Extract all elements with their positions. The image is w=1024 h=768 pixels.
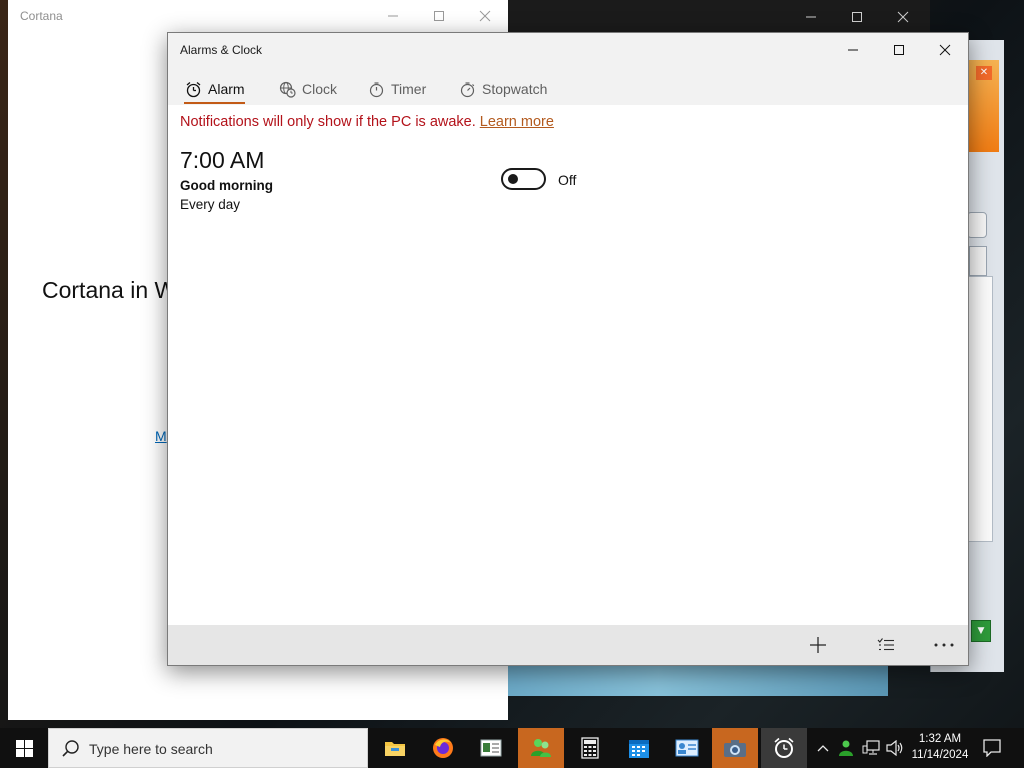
- background-dark-window: [500, 0, 930, 34]
- taskbar-date: 11/14/2024: [911, 749, 969, 761]
- cortana-close-button[interactable]: [462, 0, 508, 32]
- taskbar-file-explorer[interactable]: [372, 728, 418, 768]
- maximize-icon: [894, 45, 904, 55]
- taskbar-camera[interactable]: [712, 728, 758, 768]
- tab-clock-label: Clock: [302, 81, 338, 97]
- calculator-icon: [581, 737, 599, 759]
- camera-icon: [724, 740, 746, 757]
- action-center-button[interactable]: [980, 728, 1004, 768]
- add-alarm-button[interactable]: [796, 625, 840, 665]
- side-window-panel: [967, 276, 993, 542]
- taskbar-time: 1:32 AM: [918, 733, 962, 745]
- alarm-icon: [184, 80, 202, 98]
- tab-bar: Alarm Clock Timer Stopwatch: [168, 67, 968, 105]
- alarm-toggle[interactable]: [501, 168, 546, 190]
- minimize-icon: [848, 49, 858, 51]
- alarms-titlebar[interactable]: Alarms & Clock: [168, 33, 968, 67]
- volume-icon: [886, 740, 903, 756]
- cortana-window-title: Cortana: [20, 9, 63, 23]
- side-window-dropdown-icon[interactable]: ▼: [971, 620, 991, 642]
- background-image-strip: [505, 664, 888, 696]
- taskbar-id-card-app[interactable]: [664, 728, 710, 768]
- cortana-link[interactable]: M: [155, 428, 167, 444]
- network-button[interactable]: [860, 728, 882, 768]
- background-maximize-button[interactable]: [834, 0, 880, 34]
- close-icon: [939, 44, 951, 56]
- tab-timer-label: Timer: [391, 81, 427, 97]
- taskbar-people-app[interactable]: [518, 728, 564, 768]
- command-bar: [168, 625, 968, 665]
- background-minimize-button[interactable]: [788, 0, 834, 34]
- news-app-icon: [480, 739, 502, 757]
- maximize-button[interactable]: [876, 33, 922, 67]
- show-hidden-icons-button[interactable]: [814, 728, 832, 768]
- close-icon: [897, 11, 909, 23]
- taskbar-firefox[interactable]: [420, 728, 466, 768]
- tab-stopwatch-label: Stopwatch: [482, 81, 548, 97]
- tray-people-icon: [839, 740, 853, 756]
- notification-icon: [983, 739, 1001, 757]
- id-card-app-icon: [675, 739, 699, 757]
- background-close-button[interactable]: [880, 0, 926, 34]
- minimize-icon: [388, 15, 398, 17]
- alarm-name: Good morning: [180, 178, 273, 193]
- alarm-time: 7:00 AM: [180, 147, 265, 173]
- close-button[interactable]: [922, 33, 968, 67]
- close-icon: [479, 10, 491, 22]
- taskbar-calculator[interactable]: [567, 728, 613, 768]
- awake-notice-text: Notifications will only show if the PC i…: [180, 114, 476, 130]
- side-window-field[interactable]: [967, 212, 987, 238]
- chevron-up-icon: [817, 745, 829, 752]
- add-icon: [810, 637, 826, 653]
- cortana-maximize-button[interactable]: [416, 0, 462, 32]
- side-window-close-icon[interactable]: ✕: [976, 66, 992, 80]
- alarms-clock-icon: [774, 737, 794, 758]
- taskbar-alarms-clock[interactable]: [761, 728, 807, 768]
- more-icon: [934, 643, 954, 647]
- tab-alarm-label: Alarm: [208, 81, 245, 97]
- tray-people-icon-button[interactable]: [836, 728, 856, 768]
- taskbar-calendar[interactable]: [616, 728, 662, 768]
- tab-clock[interactable]: Clock: [278, 75, 337, 103]
- search-icon: [61, 739, 81, 759]
- calendar-icon: [629, 740, 649, 758]
- windows-logo-icon: [15, 739, 33, 757]
- stopwatch-icon: [458, 80, 476, 98]
- alarm-repeat: Every day: [180, 197, 241, 212]
- maximize-icon: [852, 12, 862, 22]
- taskbar-news-app[interactable]: [468, 728, 514, 768]
- alarm-list-item[interactable]: 7:00 AM Good morning Every day Off: [168, 145, 968, 215]
- learn-more-link[interactable]: Learn more: [480, 114, 554, 130]
- start-button[interactable]: [0, 728, 48, 768]
- tab-stopwatch[interactable]: Stopwatch: [458, 75, 547, 103]
- file-explorer-icon: [385, 742, 405, 756]
- alarms-window-title: Alarms & Clock: [180, 43, 263, 57]
- taskbar: Type here to search 1:32 AM 11/14/2024: [0, 728, 1024, 768]
- awake-notice: Notifications will only show if the PC i…: [180, 114, 554, 130]
- select-alarms-icon: [877, 638, 894, 651]
- volume-button[interactable]: [884, 728, 906, 768]
- alarms-clock-window: Alarms & Clock Alarm Clock Timer Stopwat…: [167, 32, 969, 666]
- taskbar-search-box[interactable]: Type here to search: [48, 728, 368, 768]
- tab-timer[interactable]: Timer: [367, 75, 426, 103]
- minimize-icon: [806, 16, 816, 18]
- minimize-button[interactable]: [830, 33, 876, 67]
- maximize-icon: [434, 11, 444, 21]
- timer-icon: [367, 80, 385, 98]
- cortana-minimize-button[interactable]: [370, 0, 416, 32]
- world-clock-icon: [278, 80, 296, 98]
- alarm-toggle-label: Off: [558, 172, 577, 188]
- cortana-heading: Cortana in W: [42, 277, 177, 303]
- search-placeholder: Type here to search: [89, 741, 213, 757]
- firefox-icon: [433, 738, 453, 758]
- people-app-icon: [531, 739, 551, 757]
- more-button[interactable]: [922, 625, 966, 665]
- taskbar-clock[interactable]: 1:32 AM 11/14/2024: [906, 731, 974, 763]
- side-window-spinbox[interactable]: [969, 246, 987, 276]
- select-alarms-button[interactable]: [864, 625, 908, 665]
- network-icon: [862, 740, 880, 755]
- toggle-knob: [508, 174, 518, 184]
- tab-alarm[interactable]: Alarm: [184, 75, 245, 104]
